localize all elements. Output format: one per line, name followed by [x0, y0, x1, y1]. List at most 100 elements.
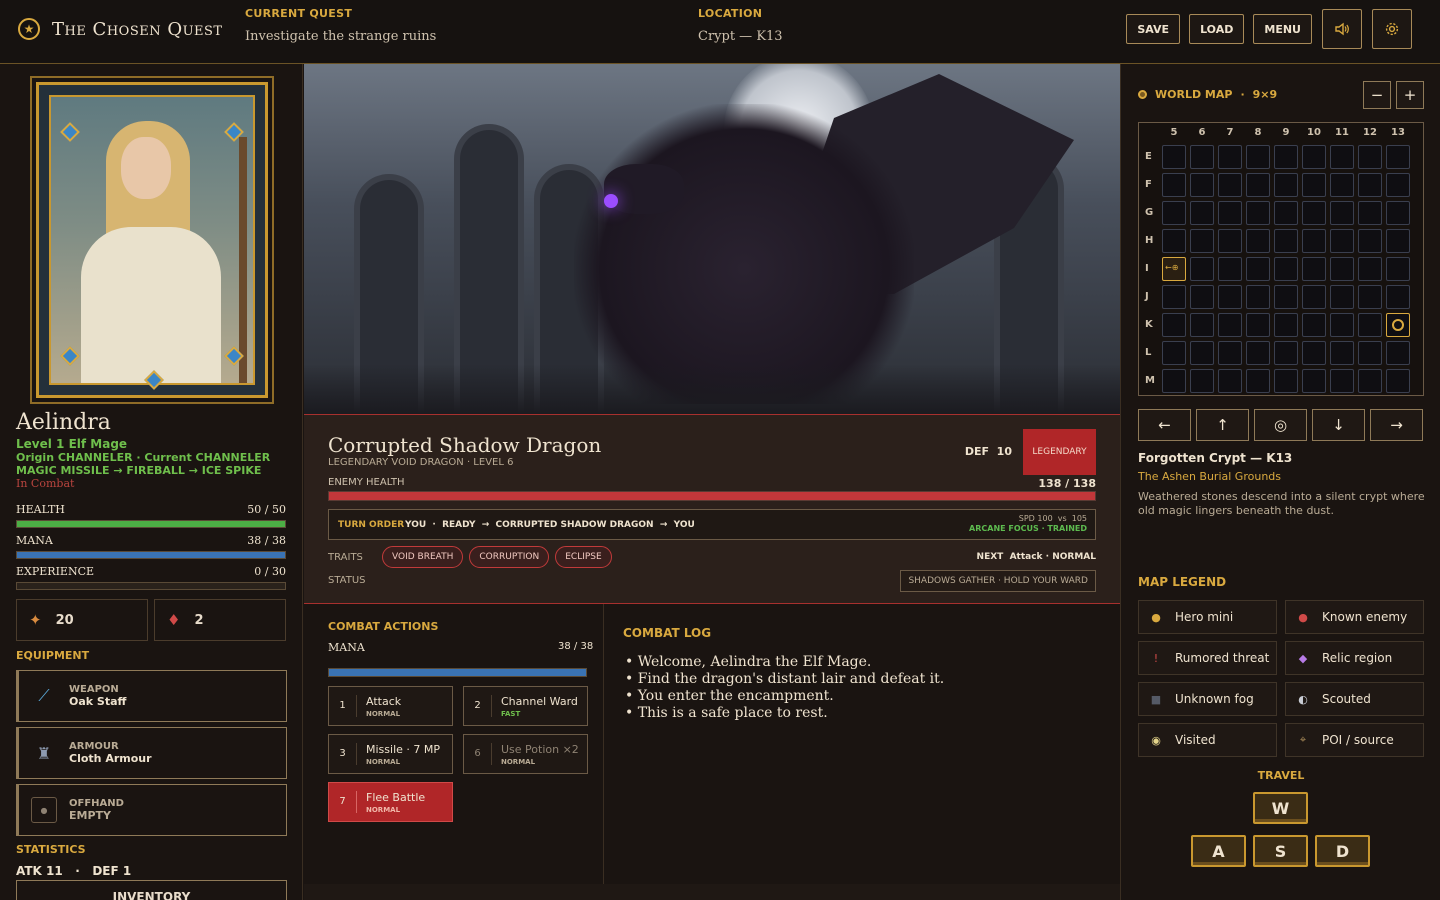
map-cell[interactable] — [1190, 257, 1214, 281]
map-cell[interactable] — [1358, 341, 1382, 365]
zoom-in-button[interactable]: + — [1396, 81, 1424, 109]
map-cell[interactable] — [1190, 229, 1214, 253]
key-d-button[interactable]: D — [1315, 835, 1370, 867]
map-cell[interactable] — [1218, 173, 1242, 197]
map-cell[interactable] — [1330, 229, 1354, 253]
map-cell[interactable] — [1246, 369, 1270, 393]
armour-slot[interactable]: ♜ ARMOUR Cloth Armour — [16, 727, 287, 779]
map-cell[interactable] — [1358, 257, 1382, 281]
map-cell[interactable] — [1386, 285, 1410, 309]
map-cell[interactable] — [1190, 173, 1214, 197]
map-cell[interactable] — [1246, 229, 1270, 253]
map-cell[interactable] — [1246, 173, 1270, 197]
map-cell[interactable] — [1274, 313, 1298, 337]
map-cell[interactable] — [1190, 145, 1214, 169]
map-cell[interactable] — [1246, 257, 1270, 281]
map-cell[interactable] — [1386, 201, 1410, 225]
map-cell[interactable] — [1358, 173, 1382, 197]
map-cell[interactable] — [1190, 369, 1214, 393]
map-cell[interactable] — [1330, 257, 1354, 281]
missile-button[interactable]: 3 Missile · 7 MP NORMAL — [328, 734, 453, 774]
map-cell[interactable] — [1218, 229, 1242, 253]
map-cell[interactable] — [1274, 257, 1298, 281]
zoom-out-button[interactable]: − — [1363, 81, 1391, 109]
map-cell[interactable] — [1302, 145, 1326, 169]
map-cell[interactable] — [1302, 313, 1326, 337]
map-cell[interactable] — [1274, 173, 1298, 197]
save-button[interactable]: SAVE — [1126, 14, 1181, 44]
map-cell[interactable] — [1218, 257, 1242, 281]
map-cell[interactable] — [1218, 285, 1242, 309]
key-a-button[interactable]: A — [1191, 835, 1246, 867]
map-cell[interactable] — [1162, 313, 1186, 337]
map-cell[interactable] — [1358, 313, 1382, 337]
world-map-grid[interactable]: 5 6 7 8 9 10 11 12 13 E F G H I J K L M — [1138, 122, 1424, 396]
map-cell[interactable] — [1190, 313, 1214, 337]
map-cell[interactable] — [1386, 369, 1410, 393]
map-cell[interactable] — [1162, 285, 1186, 309]
map-cell[interactable] — [1190, 201, 1214, 225]
map-cell[interactable] — [1218, 313, 1242, 337]
map-cell[interactable] — [1386, 145, 1410, 169]
map-cell[interactable] — [1330, 201, 1354, 225]
map-cell[interactable] — [1218, 369, 1242, 393]
map-cell[interactable] — [1190, 285, 1214, 309]
use-potion-button[interactable]: 6 Use Potion ×2 NORMAL — [463, 734, 588, 774]
map-cell[interactable] — [1246, 201, 1270, 225]
map-cell[interactable] — [1386, 341, 1410, 365]
potion-counter[interactable]: ♦ 2 — [154, 599, 286, 641]
inventory-button[interactable]: INVENTORY — [16, 880, 287, 900]
center-map-button[interactable]: ◎ — [1254, 409, 1307, 441]
map-cell[interactable] — [1330, 173, 1354, 197]
map-cell[interactable] — [1302, 341, 1326, 365]
move-north-button[interactable]: ↑ — [1196, 409, 1249, 441]
map-cell[interactable] — [1274, 285, 1298, 309]
map-cell[interactable] — [1302, 173, 1326, 197]
map-cell[interactable] — [1302, 201, 1326, 225]
map-cell[interactable] — [1274, 145, 1298, 169]
attack-button[interactable]: 1 Attack NORMAL — [328, 686, 453, 726]
map-cell[interactable] — [1246, 145, 1270, 169]
map-cell[interactable] — [1386, 229, 1410, 253]
map-cell[interactable] — [1330, 285, 1354, 309]
map-cell[interactable] — [1358, 229, 1382, 253]
move-west-button[interactable]: ← — [1138, 409, 1191, 441]
map-cell[interactable] — [1218, 341, 1242, 365]
offhand-slot[interactable]: ● OFFHAND EMPTY — [16, 784, 287, 836]
map-cell[interactable] — [1246, 341, 1270, 365]
key-s-button[interactable]: S — [1253, 835, 1308, 867]
map-cell[interactable] — [1274, 201, 1298, 225]
map-cell[interactable] — [1358, 145, 1382, 169]
map-cell[interactable] — [1386, 257, 1410, 281]
map-cell[interactable] — [1302, 257, 1326, 281]
map-cell[interactable] — [1386, 173, 1410, 197]
weapon-slot[interactable]: ⟋ WEAPON Oak Staff — [16, 670, 287, 722]
map-cell[interactable] — [1190, 341, 1214, 365]
flee-battle-button[interactable]: 7 Flee Battle NORMAL — [328, 782, 453, 822]
trait-chip[interactable]: ECLIPSE — [555, 546, 612, 568]
map-cell[interactable] — [1246, 313, 1270, 337]
map-cell[interactable] — [1218, 201, 1242, 225]
key-w-button[interactable]: W — [1253, 792, 1308, 824]
map-cell[interactable] — [1162, 229, 1186, 253]
map-cell[interactable] — [1302, 285, 1326, 309]
sound-button[interactable] — [1322, 9, 1362, 49]
map-cell[interactable] — [1330, 369, 1354, 393]
map-cell[interactable] — [1302, 369, 1326, 393]
map-cell[interactable] — [1358, 285, 1382, 309]
map-cell[interactable] — [1330, 341, 1354, 365]
settings-button[interactable] — [1372, 9, 1412, 49]
map-cell[interactable] — [1246, 285, 1270, 309]
map-cell[interactable] — [1162, 369, 1186, 393]
load-button[interactable]: LOAD — [1189, 14, 1245, 44]
trait-chip[interactable]: CORRUPTION — [469, 546, 550, 568]
map-cell[interactable] — [1162, 201, 1186, 225]
menu-button[interactable]: MENU — [1253, 14, 1312, 44]
map-cell[interactable] — [1162, 173, 1186, 197]
map-cell[interactable] — [1162, 341, 1186, 365]
map-cell[interactable] — [1274, 229, 1298, 253]
map-cell[interactable] — [1330, 313, 1354, 337]
map-cell[interactable] — [1330, 145, 1354, 169]
map-cell[interactable] — [1358, 369, 1382, 393]
map-cell[interactable] — [1218, 145, 1242, 169]
